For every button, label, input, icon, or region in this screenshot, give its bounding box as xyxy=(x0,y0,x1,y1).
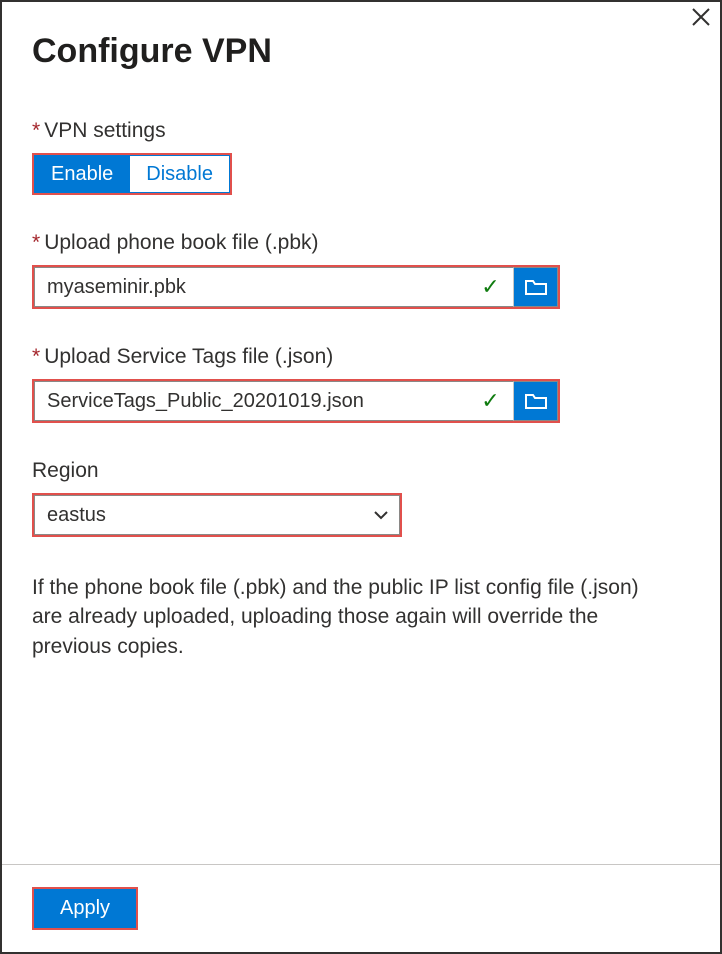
vpn-settings-label: *VPN settings xyxy=(32,119,690,143)
apply-button-frame: Apply xyxy=(32,887,138,930)
phonebook-label-text: Upload phone book file (.pbk) xyxy=(44,231,318,254)
phonebook-group: *Upload phone book file (.pbk) ✓ xyxy=(32,231,690,309)
required-indicator: * xyxy=(32,231,40,254)
vpn-toggle: Enable Disable xyxy=(32,153,232,195)
vpn-settings-group: *VPN settings Enable Disable xyxy=(32,119,690,195)
servicetags-label-text: Upload Service Tags file (.json) xyxy=(44,345,333,368)
phonebook-input-row: ✓ xyxy=(32,265,560,309)
servicetags-label: *Upload Service Tags file (.json) xyxy=(32,345,690,369)
panel-title: Configure VPN xyxy=(32,32,690,71)
phonebook-input[interactable] xyxy=(34,267,468,307)
check-icon: ✓ xyxy=(468,381,514,421)
region-select[interactable]: eastus xyxy=(32,493,402,537)
servicetags-browse-button[interactable] xyxy=(514,381,558,421)
region-label: Region xyxy=(32,459,690,483)
servicetags-group: *Upload Service Tags file (.json) ✓ xyxy=(32,345,690,423)
servicetags-input-row: ✓ xyxy=(32,379,560,423)
required-indicator: * xyxy=(32,345,40,368)
apply-button[interactable]: Apply xyxy=(34,889,136,928)
folder-icon xyxy=(525,278,547,296)
panel-content: Configure VPN *VPN settings Enable Disab… xyxy=(2,2,720,864)
help-text: If the phone book file (.pbk) and the pu… xyxy=(32,573,652,661)
vpn-disable-button[interactable]: Disable xyxy=(130,155,230,193)
phonebook-browse-button[interactable] xyxy=(514,267,558,307)
required-indicator: * xyxy=(32,119,40,142)
phonebook-label: *Upload phone book file (.pbk) xyxy=(32,231,690,255)
region-group: Region eastus xyxy=(32,459,690,537)
folder-icon xyxy=(525,392,547,410)
vpn-enable-button[interactable]: Enable xyxy=(34,155,130,193)
vpn-settings-label-text: VPN settings xyxy=(44,119,165,142)
configure-vpn-panel: Configure VPN *VPN settings Enable Disab… xyxy=(0,0,722,954)
check-icon: ✓ xyxy=(468,267,514,307)
close-icon[interactable] xyxy=(692,8,710,30)
servicetags-input[interactable] xyxy=(34,381,468,421)
panel-footer: Apply xyxy=(2,864,720,952)
region-select-value: eastus xyxy=(34,495,400,535)
